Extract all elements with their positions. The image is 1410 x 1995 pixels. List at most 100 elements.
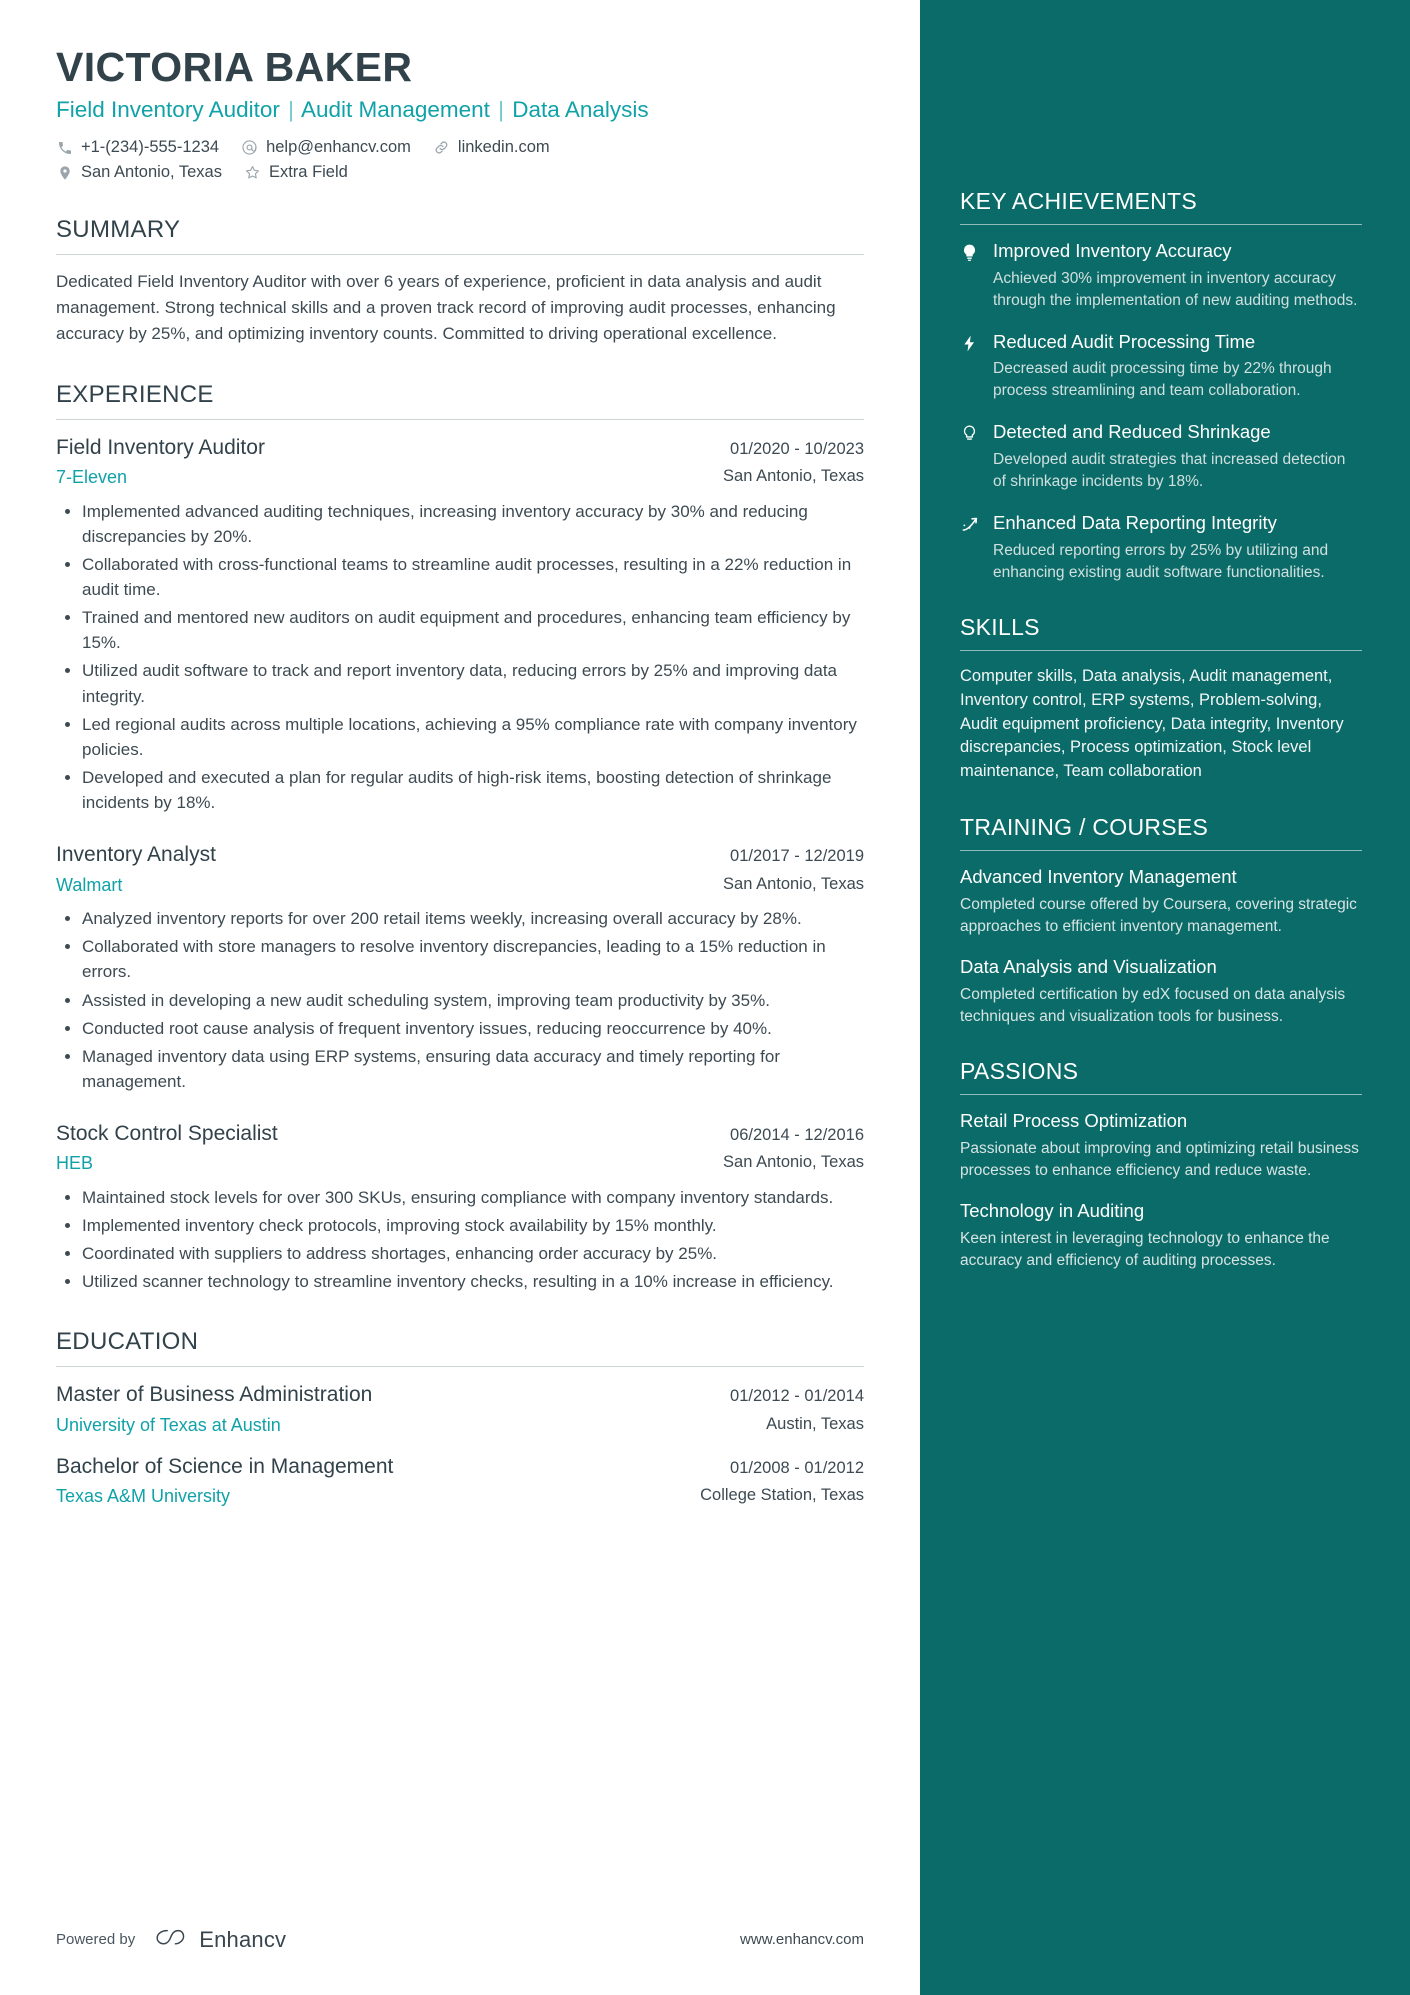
degree-title: Bachelor of Science in Management [56, 1455, 394, 1479]
resume-page: VICTORIA BAKER Field Inventory Auditor |… [0, 0, 1410, 1995]
school-name[interactable]: Texas A&M University [56, 1484, 230, 1508]
location-icon [56, 164, 73, 181]
list-item: Collaborated with cross-functional teams… [65, 552, 864, 602]
section-divider [960, 224, 1362, 225]
brand-name: Enhancv [199, 1926, 287, 1952]
achievement-title: Improved Inventory Accuracy [993, 240, 1232, 261]
list-item: Coordinated with suppliers to address sh… [65, 1241, 864, 1266]
list-item: Collaborated with store managers to reso… [65, 934, 864, 984]
achievement-item: Reduced Audit Processing Time Decreased … [960, 330, 1362, 403]
bulb-outline-icon [960, 420, 980, 493]
course-description: Completed course offered by Coursera, co… [960, 896, 1357, 936]
lightbulb-icon [960, 239, 980, 312]
page-title: VICTORIA BAKER [56, 44, 413, 90]
job-company[interactable]: HEB [56, 1151, 93, 1175]
contact-phone[interactable]: +1-(234)-555-1234 [56, 138, 219, 157]
headline-part-1: Field Inventory Auditor [56, 97, 280, 123]
contact-phone-text: +1-(234)-555-1234 [81, 138, 220, 157]
powered-by-label: Powered by [56, 1931, 136, 1948]
contact-linkedin-text: linkedin.com [457, 138, 550, 157]
school-location: Austin, Texas [766, 1414, 864, 1433]
section-divider [56, 418, 864, 420]
school-name[interactable]: University of Texas at Austin [56, 1413, 281, 1437]
experience-entry-header: Field Inventory Auditor 01/2020 - 10/202… [56, 434, 864, 462]
passion-description: Passionate about improving and optimizin… [960, 1140, 1359, 1180]
degree-date: 01/2012 - 01/2014 [730, 1387, 864, 1406]
summary-heading: SUMMARY [56, 216, 181, 244]
course-item: Data Analysis and Visualization Complete… [960, 955, 1362, 1028]
list-item: Trained and mentored new auditors on aud… [65, 605, 864, 655]
job-location: San Antonio, Texas [723, 1153, 864, 1172]
list-item: Conducted root cause analysis of frequen… [65, 1016, 864, 1041]
list-item: Led regional audits across multiple loca… [65, 712, 864, 762]
job-title: Inventory Analyst [56, 843, 216, 867]
footer-website[interactable]: www.enhancv.com [740, 1931, 864, 1948]
contact-email[interactable]: help@enhancv.com [241, 138, 411, 157]
job-company[interactable]: Walmart [56, 873, 122, 897]
course-item: Advanced Inventory Management Completed … [960, 865, 1362, 938]
experience-entry-subheader: 7-Eleven San Antonio, Texas [56, 465, 864, 489]
school-location: College Station, Texas [700, 1486, 864, 1505]
brand-logo[interactable]: Enhancv [149, 1926, 286, 1953]
contact-row-primary: +1-(234)-555-1234 help@enhancv.com linke… [56, 138, 864, 157]
contact-location[interactable]: San Antonio, Texas [56, 163, 222, 182]
section-skills: SKILLS Computer skills, Data analysis, A… [960, 614, 1362, 785]
list-item: Developed and executed a plan for regula… [65, 765, 864, 815]
passion-item: Retail Process Optimization Passionate a… [960, 1109, 1362, 1182]
passions-heading: PASSIONS [960, 1058, 1079, 1085]
section-passions: PASSIONS Retail Process Optimization Pas… [960, 1058, 1362, 1272]
list-item: Managed inventory data using ERP systems… [65, 1044, 864, 1094]
achievement-item: Detected and Reduced Shrinkage Developed… [960, 420, 1362, 493]
link-icon [433, 139, 450, 156]
course-title: Data Analysis and Visualization [960, 956, 1217, 978]
job-date: 01/2020 - 10/2023 [730, 439, 864, 458]
experience-entry-header: Inventory Analyst 01/2017 - 12/2019 [56, 841, 864, 869]
main-column: VICTORIA BAKER Field Inventory Auditor |… [0, 0, 920, 1995]
job-company[interactable]: 7-Eleven [56, 465, 127, 489]
achievement-body: Improved Inventory Accuracy Achieved 30%… [993, 239, 1362, 312]
list-item: Assisted in developing a new audit sched… [65, 988, 864, 1013]
contact-details: +1-(234)-555-1234 help@enhancv.com linke… [56, 138, 864, 182]
key-achievements-heading: KEY ACHIEVEMENTS [960, 188, 1198, 214]
headline-separator: | [288, 97, 294, 123]
passion-title: Technology in Auditing [960, 1200, 1145, 1222]
email-icon [241, 139, 258, 156]
list-item: Implemented inventory check protocols, i… [65, 1213, 864, 1238]
experience-heading: EXPERIENCE [56, 380, 214, 408]
experience-entry-subheader: HEB San Antonio, Texas [56, 1151, 864, 1175]
achievement-body: Enhanced Data Reporting Integrity Reduce… [993, 511, 1362, 584]
list-item: Implemented advanced auditing techniques… [65, 499, 864, 549]
list-item: Maintained stock levels for over 300 SKU… [65, 1185, 864, 1210]
experience-entry: Inventory Analyst 01/2017 - 12/2019 Walm… [56, 841, 864, 1094]
job-date: 06/2014 - 12/2016 [730, 1126, 864, 1145]
job-location: San Antonio, Texas [723, 874, 864, 893]
achievement-body: Reduced Audit Processing Time Decreased … [993, 330, 1362, 403]
job-bullet-list: Analyzed inventory reports for over 200 … [56, 906, 864, 1094]
headline-separator: | [498, 97, 505, 123]
list-item: Utilized audit software to track and rep… [65, 658, 864, 708]
enhancv-logo-icon [149, 1926, 189, 1953]
passion-item: Technology in Auditing Keen interest in … [960, 1199, 1362, 1272]
job-title: Field Inventory Auditor [56, 435, 265, 459]
section-divider [960, 850, 1362, 852]
contact-extra-field[interactable]: Extra Field [244, 163, 348, 182]
experience-entry: Stock Control Specialist 06/2014 - 12/20… [56, 1120, 864, 1294]
achievement-description: Reduced reporting errors by 25% by utili… [993, 541, 1329, 581]
achievement-item: Enhanced Data Reporting Integrity Reduce… [960, 511, 1362, 584]
education-entry-subheader: University of Texas at Austin Austin, Te… [56, 1413, 864, 1437]
powered-by-block: Powered by Enhancv [56, 1926, 286, 1953]
contact-row-secondary: San Antonio, Texas Extra Field [56, 163, 864, 182]
contact-linkedin[interactable]: linkedin.com [433, 138, 550, 157]
experience-entry-subheader: Walmart San Antonio, Texas [56, 873, 864, 897]
section-experience: EXPERIENCE Field Inventory Auditor 01/20… [56, 381, 864, 1295]
professional-headline: Field Inventory Auditor | Audit Manageme… [56, 95, 864, 124]
achievement-description: Decreased audit processing time by 22% t… [993, 360, 1332, 400]
education-entry-header: Master of Business Administration 01/201… [56, 1381, 864, 1409]
passion-description: Keen interest in leveraging technology t… [960, 1230, 1330, 1270]
job-date: 01/2017 - 12/2019 [730, 847, 864, 866]
section-divider [56, 1366, 864, 1368]
education-heading: EDUCATION [56, 1328, 199, 1356]
training-heading: TRAINING / COURSES [960, 814, 1209, 841]
achievement-title: Detected and Reduced Shrinkage [993, 421, 1271, 443]
list-item: Analyzed inventory reports for over 200 … [65, 906, 864, 931]
